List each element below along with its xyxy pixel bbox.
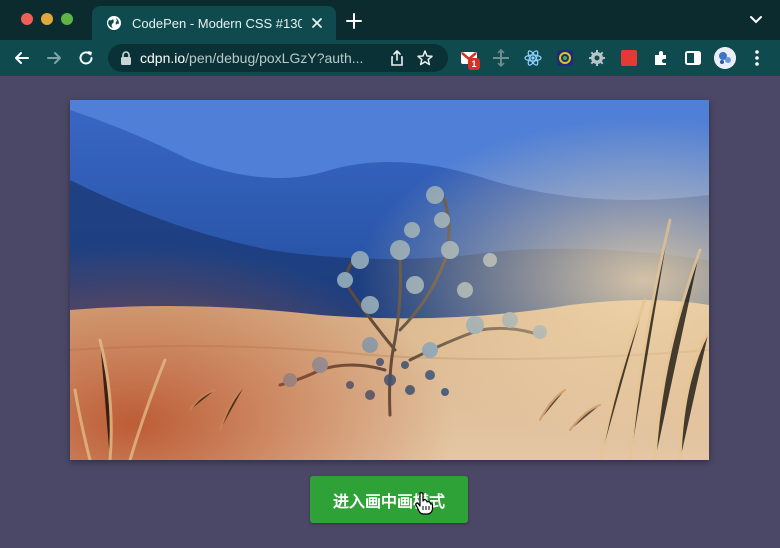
browser-tab[interactable]: CodePen - Modern CSS #130 - Picture-in-P… xyxy=(92,6,336,40)
url-text[interactable]: cdpn.io/pen/debug/poxLGzY?auth... xyxy=(140,50,378,66)
address-bar[interactable]: cdpn.io/pen/debug/poxLGzY?auth... xyxy=(108,44,448,72)
gear-extension-icon[interactable] xyxy=(588,49,606,67)
close-window-button[interactable] xyxy=(21,13,33,25)
bookmark-star-icon[interactable] xyxy=(416,49,434,67)
profile-avatar[interactable] xyxy=(714,47,736,69)
reload-icon[interactable] xyxy=(76,48,96,68)
url-path: /pen/debug/poxLGzY?auth... xyxy=(185,50,364,66)
minimize-window-button[interactable] xyxy=(41,13,53,25)
react-devtools-icon[interactable] xyxy=(524,49,542,67)
color-extension-icon[interactable] xyxy=(556,49,574,67)
tab-search-chevron-icon[interactable] xyxy=(748,14,764,26)
video-player[interactable] xyxy=(70,100,709,460)
hand-pointer-cursor-icon xyxy=(415,492,434,515)
gmail-unread-badge: 1 xyxy=(468,58,480,70)
enter-pip-button[interactable]: 进入画中画模式 xyxy=(310,476,468,523)
close-tab-icon[interactable] xyxy=(308,14,326,32)
puzzle-extensions-icon[interactable] xyxy=(652,49,670,67)
menu-kebab-icon[interactable] xyxy=(751,49,763,67)
globe-icon xyxy=(107,16,121,30)
new-tab-icon[interactable] xyxy=(344,11,364,31)
desert-plant-video-frame xyxy=(70,100,709,460)
lock-icon[interactable] xyxy=(120,51,132,65)
side-panel-icon[interactable] xyxy=(684,49,702,67)
url-host: cdpn.io xyxy=(140,50,186,66)
move-extension-icon[interactable] xyxy=(492,49,510,67)
forward-arrow-icon[interactable] xyxy=(44,48,64,68)
gmail-extension-icon[interactable]: 1 xyxy=(460,49,480,70)
browser-toolbar: cdpn.io/pen/debug/poxLGzY?auth... 1 xyxy=(0,40,780,76)
tab-title: CodePen - Modern CSS #130 - Picture-in-P… xyxy=(132,15,302,31)
zoom-window-button[interactable] xyxy=(61,13,73,25)
title-bar: CodePen - Modern CSS #130 - Picture-in-P… xyxy=(0,0,780,40)
red-square-extension-icon[interactable] xyxy=(620,49,638,67)
share-icon[interactable] xyxy=(388,49,406,67)
back-arrow-icon[interactable] xyxy=(12,48,32,68)
